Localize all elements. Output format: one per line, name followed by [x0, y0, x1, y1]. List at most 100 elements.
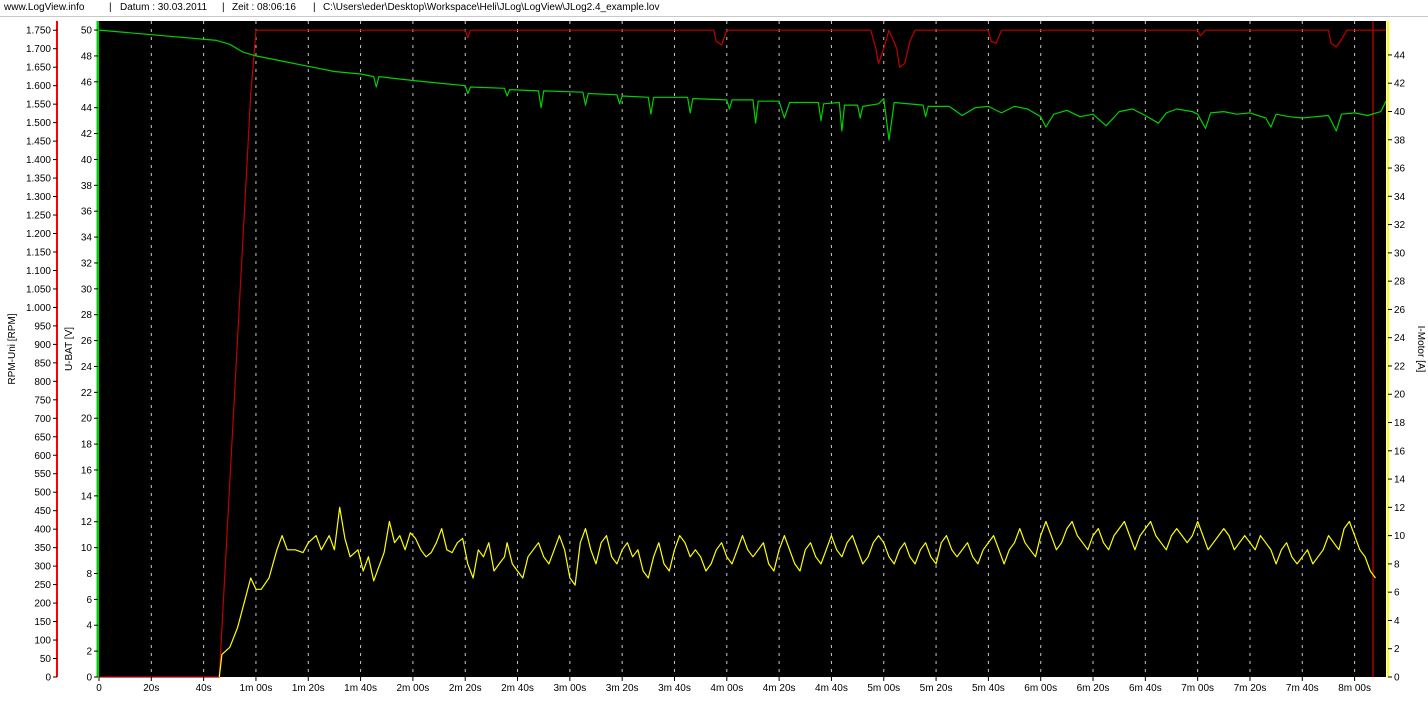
x-tick-label: 1m 20s: [292, 683, 325, 694]
imotor-axis: 0246810121416182022242628303234363840424…: [1387, 21, 1406, 684]
rpm-tick-label: 1.750: [26, 26, 51, 37]
imotor-tick-label: 32: [1394, 220, 1406, 231]
x-tick-label: 1m 40s: [344, 683, 377, 694]
x-tick-label: 1m 00s: [240, 683, 273, 694]
imotor-tick-label: 18: [1394, 418, 1406, 429]
file-path-label: C:\Users\eder\Desktop\Workspace\Heli\JLo…: [323, 2, 660, 13]
separator: |: [222, 2, 225, 13]
ubat-tick-label: 8: [86, 569, 92, 580]
x-tick-label: 4m 40s: [815, 683, 848, 694]
rpm-tick-label: 300: [34, 562, 51, 573]
imotor-tick-label: 0: [1394, 673, 1400, 684]
rpm-tick-label: 550: [34, 469, 51, 480]
ubat-tick-label: 36: [81, 207, 93, 218]
imotor-tick-label: 26: [1394, 305, 1406, 316]
plot-area[interactable]: [99, 21, 1386, 677]
imotor-tick-label: 34: [1394, 192, 1406, 203]
rpm-tick-label: 400: [34, 525, 51, 536]
rpm-tick-label: 1.700: [26, 44, 51, 55]
ubat-tick-label: 42: [81, 129, 93, 140]
x-tick-label: 2m 20s: [449, 683, 482, 694]
rpm-tick-label: 900: [34, 340, 51, 351]
rpm-tick-label: 1.600: [26, 81, 51, 92]
x-tick-label: 3m 20s: [606, 683, 639, 694]
rpm-tick-label: 100: [34, 636, 51, 647]
ubat-tick-label: 16: [81, 465, 93, 476]
rpm-tick-label: 1.000: [26, 303, 51, 314]
x-tick-label: 7m 00s: [1181, 683, 1214, 694]
rpm-tick-label: 650: [34, 432, 51, 443]
imotor-tick-label: 40: [1394, 107, 1406, 118]
x-tick-label: 3m 40s: [658, 683, 691, 694]
x-tick-label: 5m 40s: [972, 683, 1005, 694]
ubat-tick-label: 24: [81, 362, 93, 373]
imotor-tick-label: 44: [1394, 50, 1406, 61]
rpm-tick-label: 500: [34, 488, 51, 499]
ubat-tick-label: 20: [81, 414, 93, 425]
rpm-tick-label: 1.500: [26, 118, 51, 129]
ubat-tick-label: 38: [81, 181, 93, 192]
rpm-tick-label: 1.550: [26, 100, 51, 111]
rpm-tick-label: 850: [34, 358, 51, 369]
rpm-tick-label: 50: [40, 654, 52, 665]
ubat-tick-label: 6: [86, 595, 92, 606]
x-tick-label: 0: [96, 683, 102, 694]
ubat-tick-label: 26: [81, 336, 93, 347]
ubat-axis: 0246810121416182022242628303234363840424…: [81, 21, 100, 684]
separator: |: [313, 2, 316, 13]
rpm-tick-label: 0: [45, 673, 51, 684]
ubat-tick-label: 28: [81, 310, 93, 321]
site-label[interactable]: www.LogView.info: [4, 2, 84, 13]
rpm-tick-label: 1.150: [26, 247, 51, 258]
title-bar: www.LogView.info | Datum : 30.03.2011 | …: [0, 0, 1428, 17]
rpm-tick-label: 350: [34, 543, 51, 554]
rpm-tick-label: 1.250: [26, 211, 51, 222]
imotor-tick-label: 14: [1394, 475, 1406, 486]
ubat-tick-label: 48: [81, 51, 93, 62]
ubat-tick-label: 30: [81, 284, 93, 295]
rpm-tick-label: 1.050: [26, 284, 51, 295]
x-tick-label: 8m 00s: [1338, 683, 1371, 694]
ubat-tick-label: 12: [81, 517, 93, 528]
imotor-tick-label: 28: [1394, 277, 1406, 288]
x-tick-label: 5m 20s: [920, 683, 953, 694]
imotor-tick-label: 8: [1394, 559, 1400, 570]
rpm-tick-label: 200: [34, 599, 51, 610]
x-tick-label: 4m 00s: [710, 683, 743, 694]
rpm-tick-label: 1.100: [26, 266, 51, 277]
rpm-tick-label: 150: [34, 617, 51, 628]
x-tick-label: 40s: [196, 683, 212, 694]
ubat-tick-label: 50: [81, 26, 93, 37]
ubat-tick-label: 2: [86, 647, 92, 658]
ubat-tick-label: 14: [81, 491, 93, 502]
imotor-tick-label: 10: [1394, 531, 1406, 542]
x-tick-label: 2m 00s: [397, 683, 430, 694]
imotor-tick-label: 4: [1394, 616, 1400, 627]
x-tick-label: 6m 00s: [1024, 683, 1057, 694]
rpm-tick-label: 250: [34, 580, 51, 591]
rpm-tick-label: 1.350: [26, 174, 51, 185]
imotor-axis-label: I-Motor [A]: [1415, 326, 1426, 373]
x-tick-label: 20s: [143, 683, 159, 694]
rpm-tick-label: 1.400: [26, 155, 51, 166]
log-chart[interactable]: 0501001502002503003504004505005506006507…: [0, 16, 1428, 703]
imotor-tick-label: 36: [1394, 164, 1406, 175]
rpm-tick-label: 600: [34, 451, 51, 462]
ubat-tick-label: 10: [81, 543, 93, 554]
rpm-axis: 0 50 100 150 200 250 300 350 400 450 500 550 600 650 7…: [26, 21, 58, 684]
imotor-tick-label: 42: [1394, 79, 1406, 90]
rpm-tick-label: 1.200: [26, 229, 51, 240]
ubat-tick-label: 0: [86, 673, 92, 684]
x-tick-label: 7m 40s: [1286, 683, 1319, 694]
ubat-tick-label: 22: [81, 388, 93, 399]
rpm-tick-label: 750: [34, 395, 51, 406]
imotor-tick-label: 16: [1394, 446, 1406, 457]
imotor-tick-label: 2: [1394, 644, 1400, 655]
rpm-tick-label: 1.650: [26, 63, 51, 74]
rpm-tick-label: 700: [34, 414, 51, 425]
separator: |: [109, 2, 112, 13]
rpm-tick-label: 800: [34, 377, 51, 388]
time-label: Zeit : 08:06:16: [232, 2, 296, 13]
date-label: Datum : 30.03.2011: [120, 2, 208, 13]
imotor-tick-label: 30: [1394, 248, 1406, 259]
